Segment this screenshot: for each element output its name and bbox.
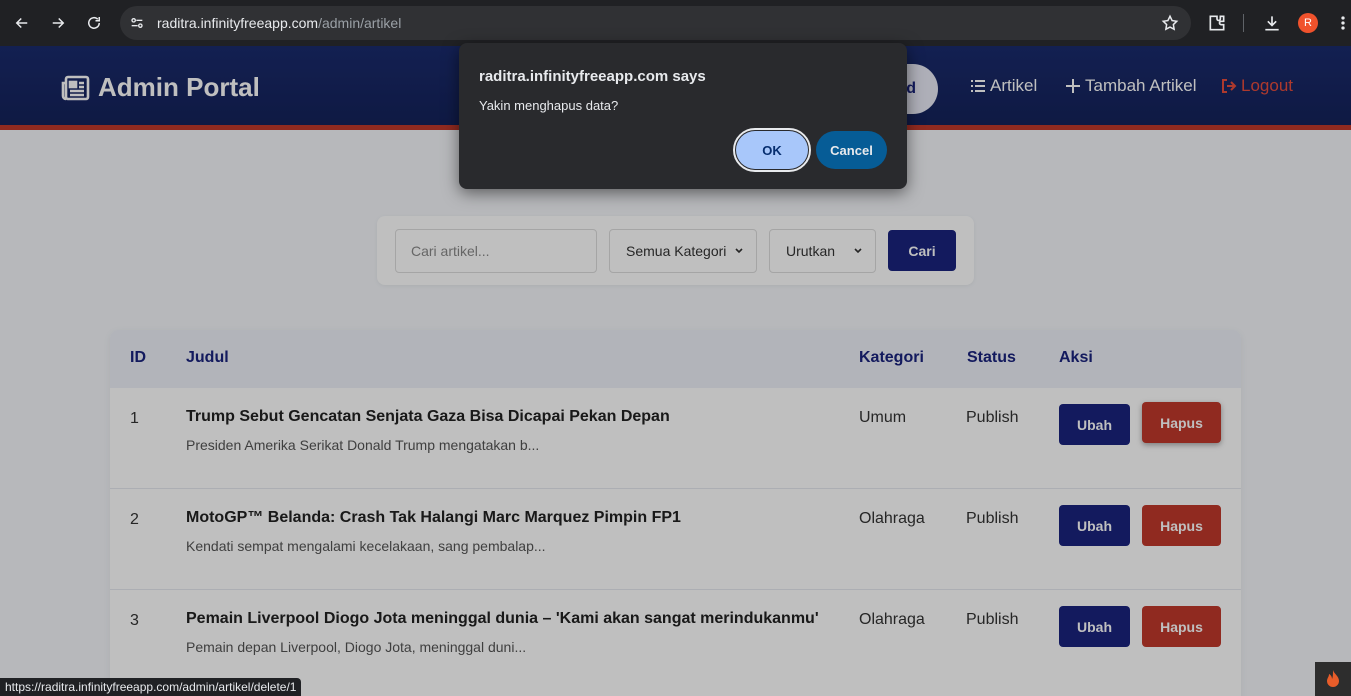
dialog-ok-button[interactable]: OK xyxy=(733,128,811,172)
back-icon[interactable] xyxy=(4,5,40,41)
toolbar-divider xyxy=(1243,0,1245,46)
dialog-cancel-button[interactable]: Cancel xyxy=(816,131,887,169)
site-info-icon[interactable] xyxy=(120,6,154,40)
dialog-title: raditra.infinityfreeapp.com says xyxy=(479,68,706,85)
reload-icon[interactable] xyxy=(76,5,112,41)
browser-toolbar: raditra.infinityfreeapp.com/admin/artike… xyxy=(0,0,1351,46)
menu-kebab-icon[interactable] xyxy=(1335,0,1351,46)
url-text: raditra.infinityfreeapp.com/admin/artike… xyxy=(157,15,402,31)
flame-icon xyxy=(1315,662,1351,696)
address-bar[interactable]: raditra.infinityfreeapp.com/admin/artike… xyxy=(120,6,1191,40)
confirm-dialog: raditra.infinityfreeapp.com says Yakin m… xyxy=(459,43,907,189)
forward-icon[interactable] xyxy=(40,5,76,41)
link-preview-statusbar: https://raditra.infinityfreeapp.com/admi… xyxy=(0,678,302,696)
download-icon[interactable] xyxy=(1262,0,1282,46)
dialog-message: Yakin menghapus data? xyxy=(479,98,619,113)
profile-avatar[interactable]: R xyxy=(1298,0,1318,46)
extensions-icon[interactable] xyxy=(1207,0,1227,46)
bookmark-star-icon[interactable] xyxy=(1161,14,1179,32)
